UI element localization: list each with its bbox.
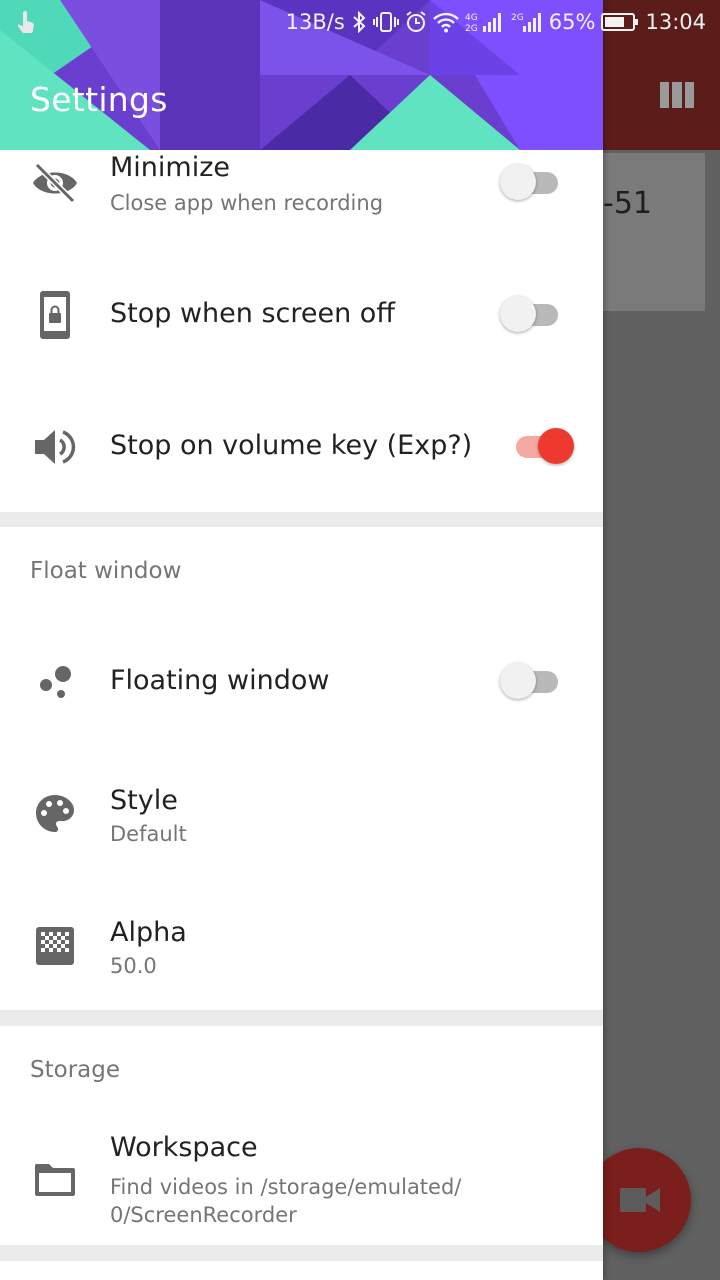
palette-icon: [30, 789, 80, 839]
storage-label: Storage: [30, 1057, 120, 1083]
style-row[interactable]: Style Default: [0, 765, 603, 865]
alpha-title: Alpha: [110, 917, 187, 948]
general-settings-card: Minimize Close app when recording Stop w…: [0, 150, 603, 512]
minimize-subtitle: Close app when recording: [110, 191, 384, 215]
svg-text:4G: 4G: [465, 13, 478, 23]
drawer-title: Settings: [30, 80, 168, 119]
signal-4g-icon: 4G 2G: [465, 13, 501, 34]
vibrate-icon: [372, 12, 399, 32]
floating-window-row[interactable]: Floating window: [0, 633, 603, 733]
svg-text:2G: 2G: [511, 13, 524, 23]
stop-screen-off-title: Stop when screen off: [110, 298, 395, 329]
stop-volume-key-toggle[interactable]: [500, 426, 574, 466]
stop-volume-key-row[interactable]: Stop on volume key (Exp?): [0, 398, 603, 498]
status-bar: 13B/s 4G 2G 2G 65% 13:04: [0, 0, 720, 44]
alpha-row[interactable]: Alpha 50.0: [0, 897, 603, 997]
floating-window-toggle[interactable]: [500, 661, 562, 701]
volume-icon: [30, 422, 80, 472]
background-card[interactable]: [603, 153, 705, 311]
workspace-row[interactable]: Workspace Find videos in /storage/emulat…: [0, 1126, 603, 1236]
workspace-subtitle-line2: 0/ScreenRecorder: [110, 1203, 297, 1227]
style-title: Style: [110, 785, 178, 816]
svg-text:2G: 2G: [465, 24, 478, 34]
background-card-text: -51: [603, 186, 652, 221]
bubbles-icon: [30, 657, 80, 707]
folder-icon: [30, 1154, 80, 1204]
minimize-row[interactable]: Minimize Close app when recording: [0, 150, 603, 230]
workspace-title: Workspace: [110, 1132, 258, 1163]
floating-window-title: Floating window: [110, 665, 330, 696]
workspace-subtitle-line1: Find videos in /storage/emulated/: [110, 1175, 462, 1199]
stop-volume-key-title: Stop on volume key (Exp?): [110, 430, 473, 461]
clock: 13:04: [645, 10, 706, 34]
minimize-title: Minimize: [110, 152, 230, 183]
eye-off-icon: [30, 158, 80, 208]
alarm-icon: [406, 11, 426, 32]
signal-2g-icon: 2G: [511, 13, 541, 32]
video-camera-icon: [620, 1188, 660, 1212]
float-window-label: Float window: [30, 558, 182, 584]
bluetooth-icon: [353, 11, 366, 33]
alpha-subtitle: 50.0: [110, 954, 157, 978]
battery-icon: [601, 13, 639, 31]
float-window-card: Float window Floating window Style Defau…: [0, 527, 603, 1010]
stop-screen-off-toggle[interactable]: [500, 294, 562, 334]
settings-drawer: Settings Minimize Close app when recordi…: [0, 0, 603, 1280]
minimize-toggle[interactable]: [500, 162, 562, 202]
checkerboard-icon: [30, 921, 80, 971]
style-subtitle: Default: [110, 822, 187, 846]
wifi-icon: [432, 12, 459, 33]
next-settings-card: [0, 1261, 603, 1280]
battery-percent: 65%: [548, 10, 596, 34]
storage-card: Storage Workspace Find videos in /storag…: [0, 1026, 603, 1245]
touch-icon: [17, 11, 34, 33]
stop-screen-off-row[interactable]: Stop when screen off: [0, 266, 603, 366]
columns-icon[interactable]: [660, 82, 694, 108]
net-speed: 13B/s: [285, 10, 345, 34]
phone-lock-icon: [30, 290, 80, 340]
